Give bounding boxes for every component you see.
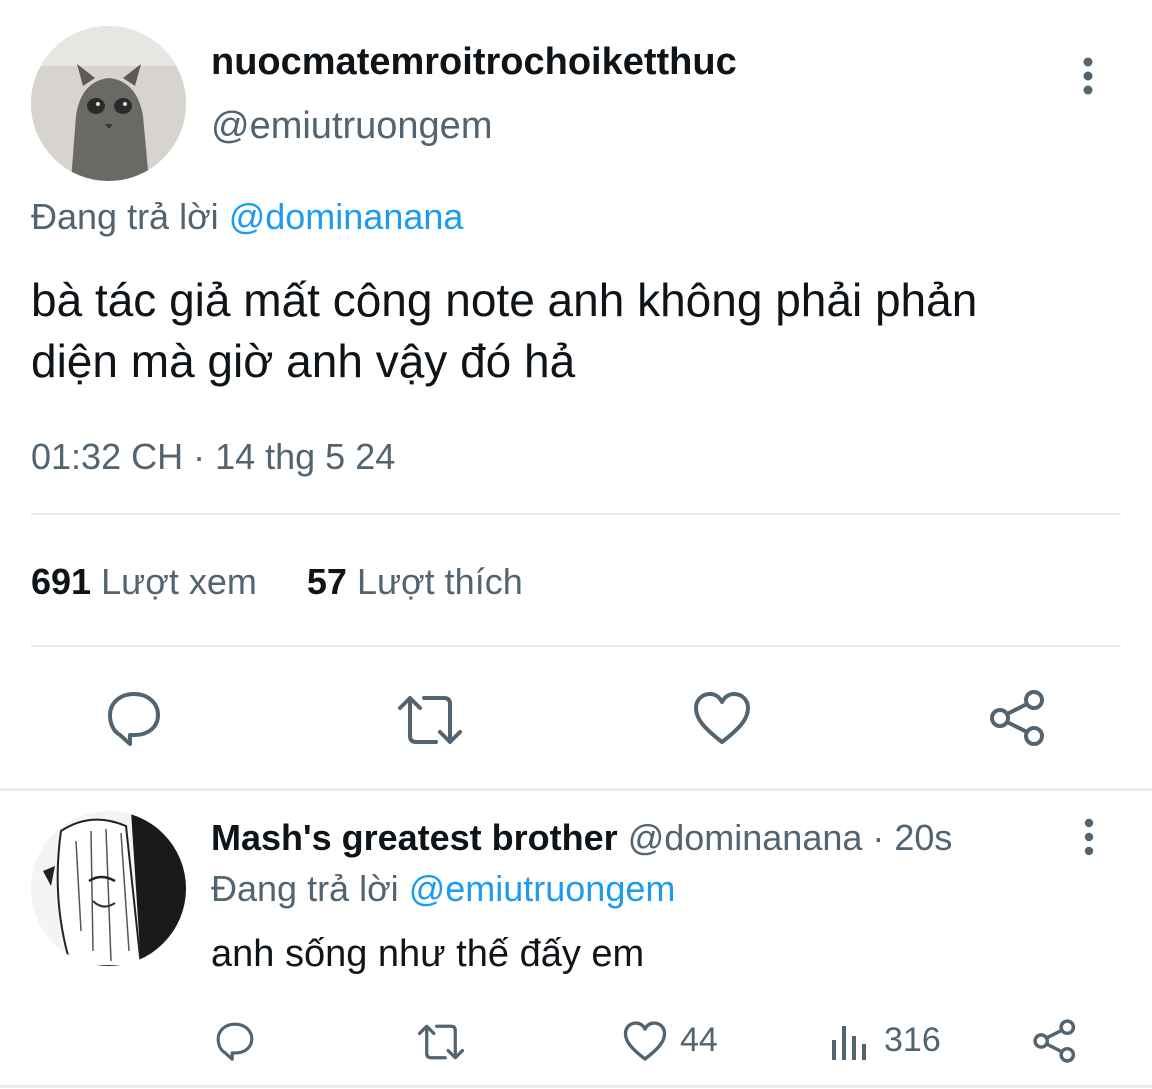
display-name[interactable]: nuocmatemroitrochoiketthuc (211, 40, 737, 84)
replying-to-line: Đang trả lời @dominanana (31, 195, 463, 239)
avatar[interactable] (31, 811, 186, 966)
likes-label: Lượt thích (356, 561, 523, 602)
tweet-text-line-2: diện mà giờ anh vậy đó hả (31, 335, 576, 387)
timestamp[interactable]: 01:32 CH · 14 thg 5 24 (31, 435, 395, 479)
divider (31, 513, 1121, 515)
stats-row: 691 Lượt xem 57 Lượt thích (31, 560, 523, 604)
reply-icon[interactable] (104, 688, 164, 748)
avatar[interactable] (31, 26, 186, 181)
retweet-icon[interactable] (396, 692, 464, 748)
display-name[interactable]: Mash's greatest brother (211, 817, 618, 858)
more-icon[interactable] (1078, 818, 1100, 856)
reply-header: Mash's greatest brother @dominanana · 20… (211, 816, 952, 860)
likes-stat[interactable]: 57 Lượt thích (307, 561, 523, 602)
view-count: 316 (884, 1021, 941, 1059)
views-count: 691 (31, 561, 92, 602)
replying-prefix: Đang trả lời (211, 868, 399, 909)
views-stat[interactable]: 691 Lượt xem (31, 561, 267, 602)
more-icon[interactable] (1076, 56, 1100, 96)
replying-to-link[interactable]: @emiutruongem (409, 868, 676, 909)
bottom-separator (0, 1085, 1152, 1088)
views-icon (830, 1022, 870, 1062)
reply-icon[interactable] (214, 1020, 256, 1062)
views-label: Lượt xem (101, 561, 257, 602)
replying-to-link[interactable]: @dominanana (229, 196, 464, 237)
like-icon (622, 1020, 668, 1062)
replying-prefix: Đang trả lời (31, 196, 219, 237)
tweet-text-line-1: bà tác giả mất công note anh không phải … (31, 274, 978, 326)
divider (31, 645, 1121, 647)
reply-text: anh sống như thế đấy em (211, 933, 645, 975)
replying-to-line: Đang trả lời @emiutruongem (211, 867, 675, 911)
like-count: 44 (680, 1021, 718, 1059)
likes-count: 57 (306, 561, 347, 602)
section-separator (0, 788, 1152, 791)
share-icon[interactable] (988, 688, 1048, 748)
handle[interactable]: @emiutruongem (211, 104, 492, 148)
handle-and-time[interactable]: @dominanana · 20s (628, 817, 953, 858)
share-icon[interactable] (1032, 1018, 1078, 1064)
retweet-icon[interactable] (416, 1022, 466, 1062)
like-icon[interactable] (692, 690, 752, 746)
